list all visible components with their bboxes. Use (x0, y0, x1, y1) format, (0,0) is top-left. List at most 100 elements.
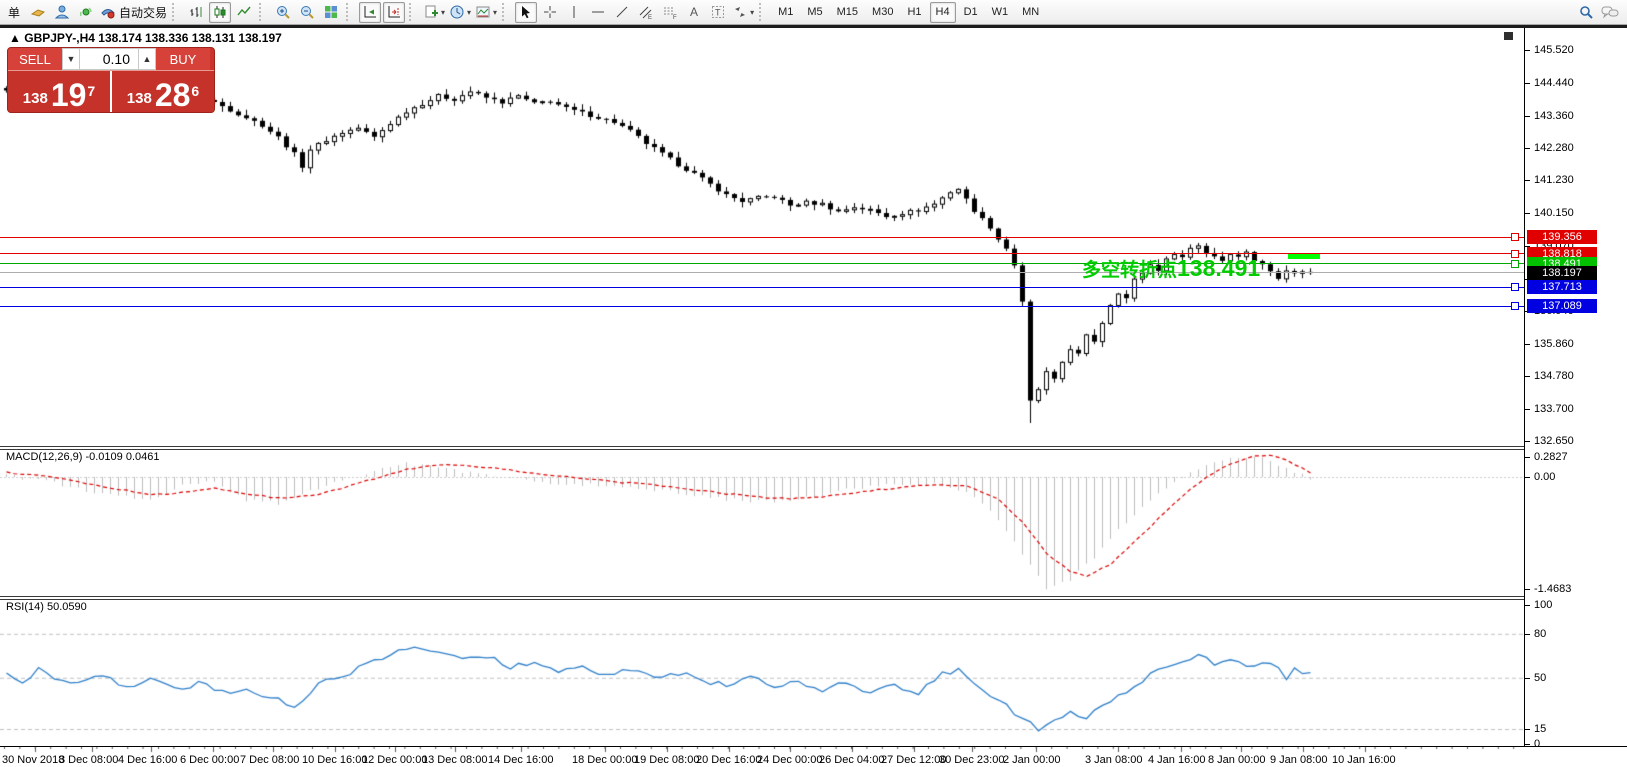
chart-shift-button[interactable] (383, 2, 405, 23)
tf-button-mn[interactable]: MN (1016, 2, 1045, 23)
time-axis-label: 2 Jan 00:00 (1003, 754, 1061, 766)
tf-button-m15[interactable]: M15 (831, 2, 864, 23)
chart-ohlc-values: 138.174 138.336 138.131 138.197 (98, 31, 282, 45)
line-handle[interactable] (1511, 283, 1519, 291)
signals-icon[interactable] (75, 2, 97, 23)
chevron-down-icon: ▾ (493, 8, 497, 17)
price-tick-label: 133.700 (1534, 403, 1574, 415)
price-level-chip-139.356[interactable]: 139.356 (1527, 230, 1597, 244)
cursor-button[interactable] (515, 2, 537, 23)
axis-tick-mark (1525, 83, 1530, 84)
horizontal-line-button[interactable] (587, 2, 609, 23)
chart-symbol-period: GBPJPY-,H4 (24, 31, 95, 45)
time-axis-label: 13 Dec 08:00 (422, 754, 487, 766)
pane-separator[interactable] (0, 596, 1627, 600)
macd-scale-label: 0.2827 (1534, 451, 1568, 463)
price-level-chip-137.089[interactable]: 137.089 (1527, 299, 1597, 313)
time-axis-label: 12 Dec 00:00 (362, 754, 427, 766)
line-chart-button[interactable] (233, 2, 255, 23)
chart-title: ▲ GBPJPY-,H4 138.174 138.336 138.131 138… (9, 31, 282, 45)
line-handle[interactable] (1511, 233, 1519, 241)
axis-tick-mark (1525, 441, 1530, 442)
periods-button[interactable]: ▾ (448, 2, 472, 23)
vertical-line-button[interactable] (563, 2, 585, 23)
volume-input[interactable] (80, 48, 138, 70)
text-label-button[interactable]: T (707, 2, 729, 23)
chat-icon[interactable] (1599, 2, 1621, 23)
tf-button-m30[interactable]: M30 (866, 2, 899, 23)
highlight-segment[interactable] (1288, 254, 1320, 259)
time-axis-label: 7 Dec 08:00 (240, 754, 299, 766)
time-axis-label: 3 Jan 08:00 (1085, 754, 1143, 766)
tf-button-h4[interactable]: H4 (930, 2, 956, 23)
buy-price[interactable]: 138286 (112, 71, 214, 113)
trendline-button[interactable] (611, 2, 633, 23)
label-tool-glyph: T (715, 8, 721, 18)
macd-scale-label: 0.00 (1534, 471, 1555, 483)
pane-separator[interactable] (0, 446, 1627, 450)
templates-button[interactable]: ▾ (474, 2, 498, 23)
time-axis[interactable]: 30 Nov 20183 Dec 08:004 Dec 16:006 Dec 0… (0, 746, 1627, 767)
time-axis-label: 8 Jan 00:00 (1208, 754, 1266, 766)
text-tool-button[interactable]: A (683, 2, 705, 23)
price-tick-label: 145.520 (1534, 44, 1574, 56)
history-icon[interactable] (27, 2, 49, 23)
fibonacci-button[interactable]: F (659, 2, 681, 23)
rsi-canvas[interactable] (0, 600, 1524, 746)
time-axis-label: 18 Dec 00:00 (572, 754, 637, 766)
new-chart-button[interactable]: ▾ (422, 2, 446, 23)
window-border (0, 25, 1627, 28)
autotrading-button[interactable]: 自动交易 (99, 2, 168, 23)
chart-annotation[interactable]: 多空转折点138.491 (1082, 255, 1260, 282)
volume-increase-button[interactable]: ▲ (138, 48, 156, 70)
price-axis[interactable]: 145.520144.440143.360142.280141.230140.1… (1524, 28, 1627, 746)
macd-label: MACD(12,26,9) -0.0109 0.0461 (6, 451, 159, 463)
auto-scroll-button[interactable] (359, 2, 381, 23)
equidistant-channel-button[interactable]: E (635, 2, 657, 23)
sell-price[interactable]: 138197 (8, 71, 112, 113)
tf-button-m1[interactable]: M1 (772, 2, 799, 23)
time-axis-label: 10 Dec 16:00 (302, 754, 367, 766)
level-line-138.197[interactable] (0, 272, 1524, 273)
price-tick-label: 143.360 (1534, 110, 1574, 122)
new-order-button[interactable]: 单 (3, 2, 25, 23)
price-level-chip-138.197[interactable]: 138.197 (1527, 266, 1597, 280)
time-axis-label: 4 Jan 16:00 (1148, 754, 1206, 766)
buy-button[interactable]: BUY (156, 48, 210, 70)
sell-price-point: 7 (87, 84, 95, 98)
level-line-137.713[interactable] (0, 287, 1524, 288)
bar-chart-button[interactable] (185, 2, 207, 23)
time-axis-label: 6 Dec 00:00 (180, 754, 239, 766)
tile-windows-button[interactable] (320, 2, 342, 23)
tf-button-m5[interactable]: M5 (801, 2, 828, 23)
candlestick-button[interactable] (209, 2, 231, 23)
tf-button-h1[interactable]: H1 (901, 2, 927, 23)
arrows-tool-button[interactable]: ▾ (731, 2, 755, 23)
sell-price-big: 138 (23, 88, 48, 110)
line-handle[interactable] (1511, 250, 1519, 258)
axis-tick-mark (1525, 116, 1530, 117)
line-handle[interactable] (1511, 302, 1519, 310)
zoom-out-button[interactable] (296, 2, 318, 23)
level-line-138.491[interactable] (0, 263, 1524, 264)
search-icon[interactable] (1575, 2, 1597, 23)
rsi-label: RSI(14) 50.0590 (6, 601, 87, 613)
axis-tick-mark (1525, 744, 1530, 745)
price-level-chip-137.713[interactable]: 137.713 (1527, 280, 1597, 294)
tf-button-w1[interactable]: W1 (986, 2, 1015, 23)
price-tick-label: 135.860 (1534, 338, 1574, 350)
crosshair-button[interactable] (539, 2, 561, 23)
line-handle[interactable] (1511, 260, 1519, 268)
time-axis-label: 26 Dec 04:00 (819, 754, 884, 766)
level-line-139.356[interactable] (0, 237, 1524, 238)
macd-canvas[interactable] (0, 450, 1524, 596)
axis-tick-mark (1525, 180, 1530, 181)
text-tool-label: A (690, 5, 698, 19)
volume-decrease-button[interactable]: ▼ (62, 48, 80, 70)
zoom-in-button[interactable] (272, 2, 294, 23)
sell-button[interactable]: SELL (8, 48, 62, 70)
level-line-137.089[interactable] (0, 306, 1524, 307)
profiles-icon[interactable] (51, 2, 73, 23)
chart-window-icon[interactable] (1504, 32, 1513, 40)
tf-button-d1[interactable]: D1 (958, 2, 984, 23)
